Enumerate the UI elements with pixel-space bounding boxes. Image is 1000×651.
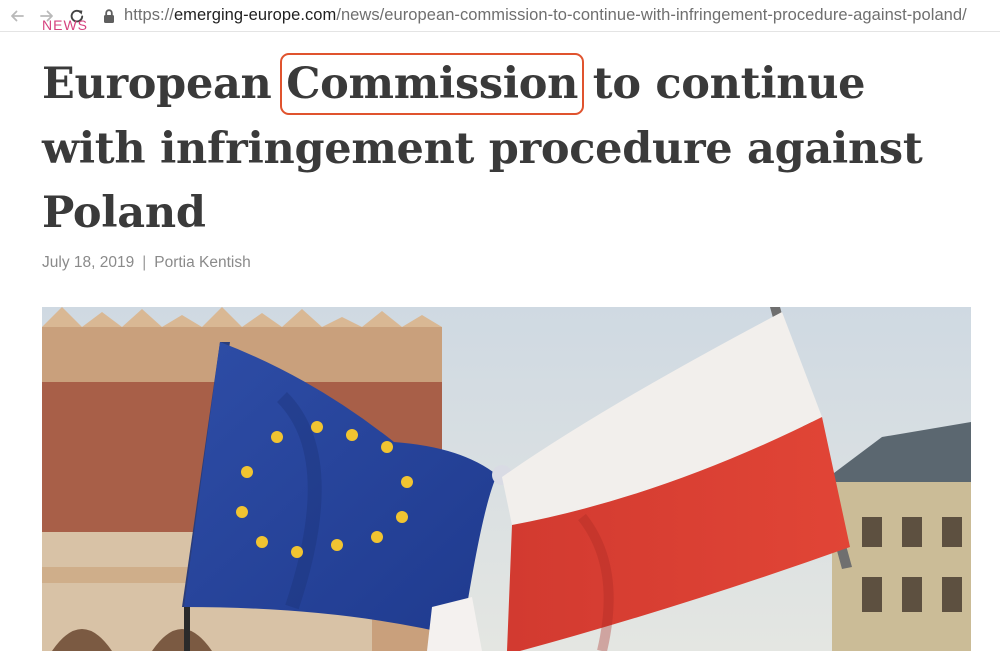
meta-separator: | bbox=[142, 254, 147, 271]
publish-date: July 18, 2019 bbox=[42, 254, 135, 271]
flag-pole bbox=[184, 607, 190, 651]
back-button[interactable] bbox=[6, 5, 28, 27]
back-arrow-icon bbox=[11, 10, 24, 21]
highlighted-word: Commission bbox=[280, 53, 585, 115]
url-domain: emerging-europe.com bbox=[173, 6, 337, 24]
title-before: European bbox=[42, 59, 287, 109]
url-path: /news/european-commission-to-continue-wi… bbox=[336, 6, 967, 24]
url-text[interactable]: https://emerging-europe.com/news/europea… bbox=[124, 6, 967, 25]
article-meta: July 18, 2019 | Portia Kentish bbox=[42, 254, 251, 272]
url-protocol: https:// bbox=[124, 6, 174, 24]
address-bar[interactable]: https://emerging-europe.com/news/europea… bbox=[102, 6, 967, 25]
lock-icon bbox=[104, 8, 114, 23]
category-label[interactable]: NEWS bbox=[42, 18, 88, 32]
browser-toolbar: https://emerging-europe.com/news/europea… bbox=[0, 0, 1000, 32]
author-link[interactable]: Portia Kentish bbox=[154, 254, 251, 271]
hero-image bbox=[42, 307, 971, 651]
article-title: European Commission to continue with inf… bbox=[42, 52, 942, 246]
